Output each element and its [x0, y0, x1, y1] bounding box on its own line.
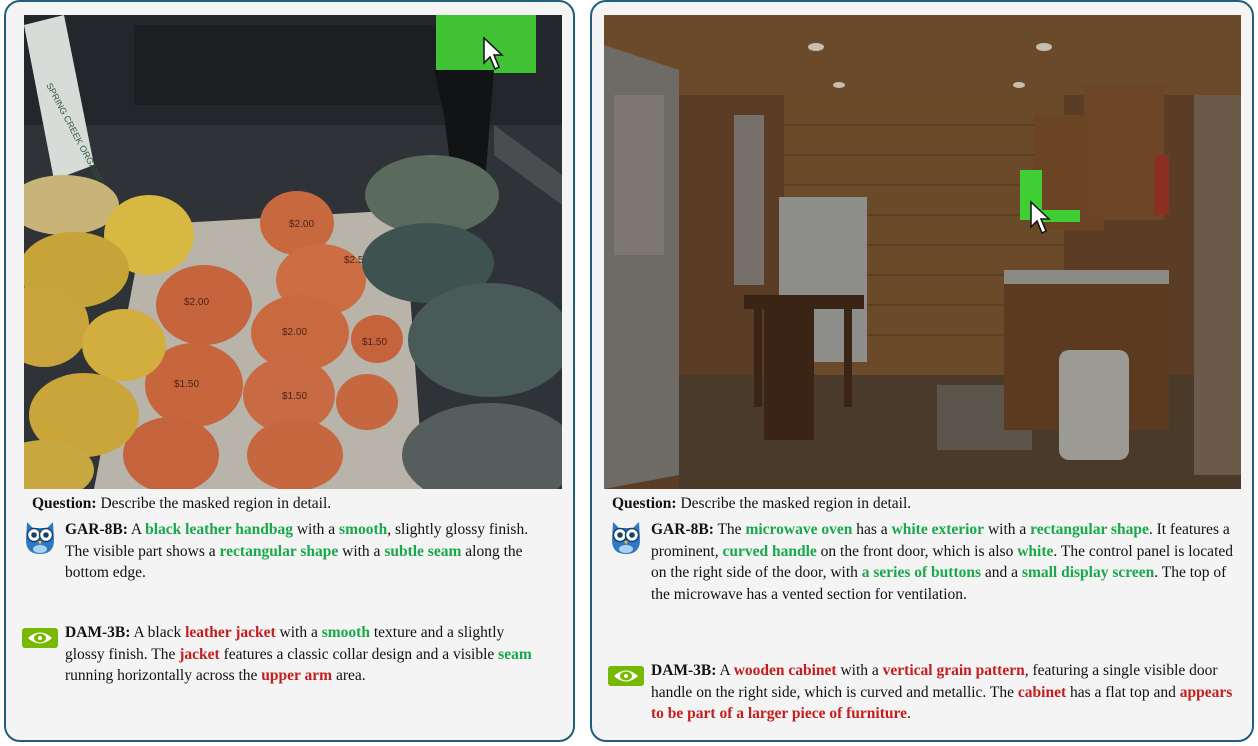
correct-phrase: microwave oven [745, 521, 853, 538]
svg-text:$2.00: $2.00 [282, 327, 307, 338]
correct-phrase: rectangular shape [1030, 521, 1149, 538]
answer-text-segment: with a [292, 521, 340, 538]
correct-phrase: smooth [321, 624, 370, 641]
upper-cabinet-right [1084, 85, 1164, 220]
svg-text:$1.50: $1.50 [174, 379, 199, 390]
kitchen-scene-svg [604, 15, 1241, 489]
gar-model-label: GAR-8B: [65, 521, 128, 538]
answer-text-segment: A black [133, 624, 186, 641]
answer-text-segment: has a [852, 521, 892, 538]
correct-phrase: white exterior [891, 521, 985, 538]
side-window [734, 115, 764, 285]
correct-phrase: seam [498, 645, 532, 663]
market-crates [134, 25, 454, 105]
right-door [1194, 95, 1241, 475]
question-line: Question: Describe the masked region in … [612, 494, 911, 514]
example-panel-pumpkins: SPRING CREEK ORGANICS $2.50 $2.00 $2.00 [4, 0, 575, 742]
svg-text:$2.00: $2.00 [184, 297, 209, 308]
answer-text-segment: features a classic collar design and a v… [219, 645, 499, 663]
svg-text:$1.50: $1.50 [362, 337, 387, 348]
question-text: Describe the masked region in detail. [680, 495, 912, 512]
kitchen-photo [604, 15, 1241, 489]
correct-phrase: rectangular shape [219, 542, 339, 560]
correct-phrase: white [1017, 542, 1054, 560]
dam-model-label: DAM-3B: [65, 624, 131, 641]
gar-answer-text: GAR-8B: A black leather handbag with a s… [65, 519, 535, 584]
gar-answer-body: The microwave oven has a white exterior … [651, 521, 1233, 603]
dam-answer-body: A black leather jacket with a smooth tex… [65, 624, 532, 684]
incorrect-phrase: cabinet [1017, 683, 1067, 701]
answer-text-segment: The [717, 521, 746, 538]
fire-extinguisher [1155, 155, 1169, 215]
answer-text-segment: area. [332, 667, 366, 684]
dam-answer-text: DAM-3B: A black leather jacket with a sm… [65, 622, 540, 687]
dam-answer-text: DAM-3B: A wooden cabinet with a vertical… [651, 660, 1243, 725]
owl-icon [26, 522, 54, 554]
question-line: Question: Describe the masked region in … [32, 494, 331, 514]
dam-answer: DAM-3B: A black leather jacket with a sm… [20, 622, 550, 732]
correct-phrase: small display screen [1021, 564, 1155, 581]
correct-phrase: smooth [339, 521, 388, 538]
incorrect-phrase: wooden cabinet [733, 662, 837, 679]
correct-phrase: subtle seam [384, 542, 462, 560]
answer-text-segment: has a flat top and [1066, 683, 1180, 701]
answer-text-segment: and a [981, 564, 1022, 581]
question-label: Question: [32, 495, 97, 512]
incorrect-phrase: upper arm [261, 667, 333, 684]
gar-answer: GAR-8B: The microwave oven has a white e… [606, 518, 1246, 638]
correct-phrase: black leather handbag [145, 521, 293, 538]
answer-text-segment: with a [984, 521, 1031, 538]
question-label: Question: [612, 495, 677, 512]
incorrect-phrase: leather jacket [185, 624, 276, 641]
pumpkin-market-photo: SPRING CREEK ORGANICS $2.50 $2.00 $2.00 [24, 15, 562, 489]
window-blind [614, 95, 664, 255]
correct-phrase: curved handle [722, 542, 817, 560]
correct-phrase: a series of buttons [861, 564, 982, 581]
ceiling [604, 15, 1241, 95]
owl-icon [612, 522, 640, 554]
answer-text-segment: . [906, 705, 911, 722]
gar-model-label: GAR-8B: [651, 521, 714, 538]
example-panel-kitchen: Question: Describe the masked region in … [590, 0, 1254, 742]
dam-model-label: DAM-3B: [651, 662, 717, 679]
gar-answer: GAR-8B: A black leather handbag with a s… [20, 518, 550, 588]
gar-answer-text: GAR-8B: The microwave oven has a white e… [651, 519, 1241, 605]
answer-text-segment: on the front door, which is also [816, 542, 1018, 560]
incorrect-phrase: jacket [179, 645, 220, 663]
answer-text-segment: with a [338, 542, 385, 560]
svg-text:$2.00: $2.00 [289, 219, 314, 230]
answer-text-segment: running horizontally across the [65, 667, 262, 684]
nvidia-logo-icon [608, 666, 644, 686]
dam-answer-body: A wooden cabinet with a vertical grain p… [651, 662, 1232, 722]
question-text: Describe the masked region in detail. [100, 495, 332, 512]
svg-text:$1.50: $1.50 [282, 391, 307, 402]
countertop [1004, 270, 1169, 284]
dam-answer: DAM-3B: A wooden cabinet with a vertical… [606, 660, 1246, 740]
answer-text-segment: with a [275, 624, 322, 641]
answer-text-segment: with a [836, 662, 883, 679]
pumpkin-scene-svg: SPRING CREEK ORGANICS $2.50 $2.00 $2.00 [24, 15, 562, 489]
trash-can [1059, 350, 1129, 460]
incorrect-phrase: vertical grain pattern [882, 662, 1025, 679]
answer-text-segment: A [719, 662, 734, 679]
answer-text-segment: A [130, 521, 146, 538]
gar-answer-body: A black leather handbag with a smooth, s… [65, 521, 528, 581]
nvidia-logo-icon [22, 628, 58, 648]
